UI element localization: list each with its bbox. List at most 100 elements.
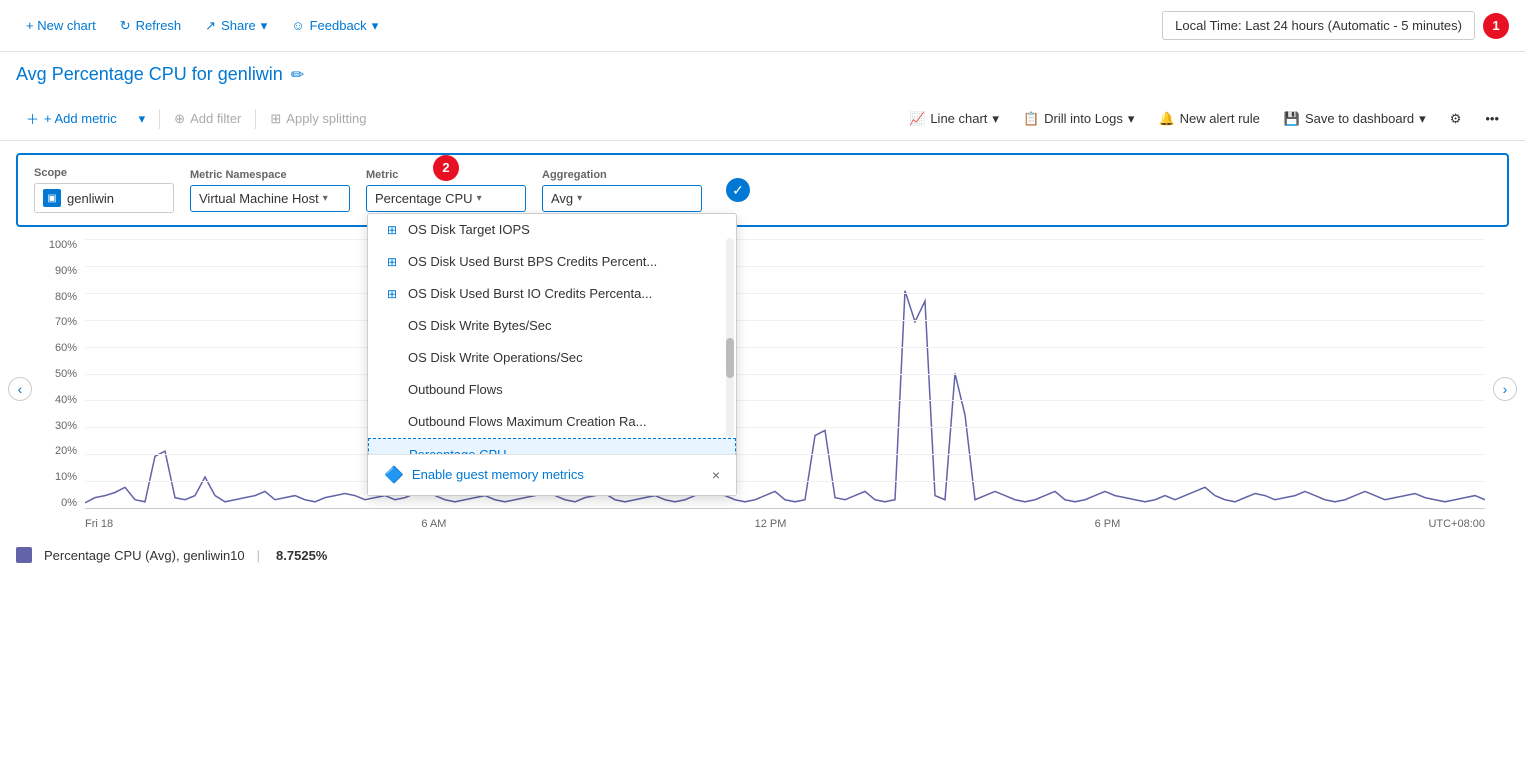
drill-logs-button[interactable]: 📋 Drill into Logs ▾	[1013, 106, 1144, 132]
grid-line-50	[85, 374, 1485, 375]
enable-guest-label[interactable]: Enable guest memory metrics	[412, 467, 584, 482]
y-label-20: 20%	[55, 445, 77, 457]
grid-line-100	[85, 239, 1485, 240]
x-label-12pm: 12 PM	[755, 518, 787, 530]
metric-grid-icon-2: ⊞	[384, 254, 400, 270]
grid-line-80	[85, 293, 1485, 294]
grid-line-60	[85, 347, 1485, 348]
legend-label: Percentage CPU (Avg), genliwin10	[44, 548, 245, 563]
share-button[interactable]: ↗ Share ▾	[195, 12, 277, 40]
metric-grid-icon-3: ⊞	[384, 286, 400, 302]
legend-color-swatch	[16, 547, 32, 563]
metric-dropdown: ⊞ OS Disk Target IOPS ⊞ OS Disk Used Bur…	[367, 213, 737, 496]
top-bar-left: + New chart ↻ Refresh ↗ Share ▾ ☺ Feedba…	[16, 12, 388, 40]
action-bar-left: ＋ + Add metric ▾ ⊕ Add filter ⊞ Apply sp…	[16, 104, 377, 133]
blank-icon-4	[384, 414, 400, 430]
namespace-chevron-icon: ▾	[323, 193, 328, 204]
metric-dropdown-list: ⊞ OS Disk Target IOPS ⊞ OS Disk Used Bur…	[368, 214, 736, 454]
confirm-button[interactable]: ✓	[726, 178, 750, 202]
scope-field: Scope ▣ genliwin	[34, 167, 174, 213]
save-dashboard-button[interactable]: 💾 Save to dashboard ▾	[1274, 106, 1436, 132]
y-label-80: 80%	[55, 291, 77, 303]
chart-canvas	[85, 239, 1485, 509]
scrollbar-thumb[interactable]	[726, 338, 734, 378]
time-selector-button[interactable]: Local Time: Last 24 hours (Automatic - 5…	[1162, 11, 1475, 40]
add-metric-button[interactable]: ＋ + Add metric	[16, 104, 127, 133]
dropdown-item-outbound-flows-max[interactable]: Outbound Flows Maximum Creation Ra...	[368, 406, 736, 438]
legend-separator: |	[257, 548, 260, 563]
guest-metrics-icon: 🔷	[384, 465, 404, 485]
page-title: Avg Percentage CPU for genliwin	[16, 64, 283, 85]
y-label-90: 90%	[55, 265, 77, 277]
namespace-label: Metric Namespace	[190, 169, 350, 181]
chart-nav-right-button[interactable]: ›	[1493, 377, 1517, 401]
y-label-100: 100%	[49, 239, 77, 251]
line-chart-button[interactable]: 📈 Line chart ▾	[899, 106, 1009, 132]
action-bar-right: 📈 Line chart ▾ 📋 Drill into Logs ▾ 🔔 New…	[899, 106, 1509, 132]
dropdown-chevron-icon: ▾	[139, 111, 146, 127]
chart-container: ‹ 100% 90% 80% 70% 60% 50% 40% 30% 20% 1…	[24, 239, 1501, 539]
grid-line-10	[85, 481, 1485, 482]
metric-field: 2 Metric Percentage CPU ▾ ⊞ OS Disk Targ…	[366, 169, 526, 212]
page-title-bar: Avg Percentage CPU for genliwin ✏	[0, 52, 1525, 97]
y-label-50: 50%	[55, 368, 77, 380]
metric-select[interactable]: Percentage CPU ▾ ⊞ OS Disk Target IOPS ⊞…	[366, 185, 526, 212]
namespace-select[interactable]: Virtual Machine Host ▾	[190, 185, 350, 212]
feedback-icon: ☺	[291, 18, 304, 33]
dropdown-item-percentage-cpu[interactable]: Percentage CPU	[368, 438, 736, 454]
top-bar-right: Local Time: Last 24 hours (Automatic - 5…	[1162, 11, 1509, 40]
aggregation-chevron-icon: ▾	[577, 193, 582, 204]
notification-badge[interactable]: 1	[1483, 13, 1509, 39]
scrollbar-track	[726, 238, 734, 438]
aggregation-field: Aggregation Avg ▾	[542, 169, 702, 212]
x-label-6am: 6 AM	[421, 518, 446, 530]
edit-pencil-icon[interactable]: ✏	[291, 65, 304, 85]
namespace-field: Metric Namespace Virtual Machine Host ▾	[190, 169, 350, 212]
x-label-utc: UTC+08:00	[1428, 518, 1485, 530]
share-icon: ↗	[205, 18, 216, 34]
blank-icon-3	[384, 382, 400, 398]
aggregation-select[interactable]: Avg ▾	[542, 185, 702, 212]
grid-line-40	[85, 400, 1485, 401]
add-filter-button[interactable]: ⊕ Add filter	[164, 106, 251, 132]
save-chevron-icon: ▾	[1419, 111, 1426, 127]
refresh-button[interactable]: ↻ Refresh	[110, 12, 191, 40]
gear-icon: ⚙	[1450, 111, 1462, 127]
dropdown-item-os-disk-burst-io[interactable]: ⊞ OS Disk Used Burst IO Credits Percenta…	[368, 278, 736, 310]
line-chart-icon: 📈	[909, 111, 925, 127]
dropdown-item-os-disk-write-bytes[interactable]: OS Disk Write Bytes/Sec	[368, 310, 736, 342]
apply-splitting-button[interactable]: ⊞ Apply splitting	[260, 106, 376, 132]
action-bar: ＋ + Add metric ▾ ⊕ Add filter ⊞ Apply sp…	[0, 97, 1525, 141]
enable-guest-close-button[interactable]: ×	[712, 467, 720, 483]
grid-line-20	[85, 454, 1485, 455]
feedback-button[interactable]: ☺ Feedback ▾	[281, 12, 388, 40]
settings-button[interactable]: ⚙	[1440, 106, 1472, 132]
dropdown-item-outbound-flows[interactable]: Outbound Flows	[368, 374, 736, 406]
grid-line-70	[85, 320, 1485, 321]
y-label-30: 30%	[55, 420, 77, 432]
dropdown-item-os-disk-write-ops[interactable]: OS Disk Write Operations/Sec	[368, 342, 736, 374]
refresh-icon: ↻	[120, 18, 131, 34]
split-icon: ⊞	[270, 111, 281, 127]
top-bar: + New chart ↻ Refresh ↗ Share ▾ ☺ Feedba…	[0, 0, 1525, 52]
step-badge-2: 2	[433, 155, 459, 181]
legend-value: 8.7525%	[276, 548, 327, 563]
drill-logs-icon: 📋	[1023, 111, 1039, 127]
new-alert-rule-button[interactable]: 🔔 New alert rule	[1148, 106, 1269, 132]
metric-dropdown-button[interactable]: ▾	[129, 106, 156, 132]
y-axis: 100% 90% 80% 70% 60% 50% 40% 30% 20% 10%…	[40, 239, 85, 509]
feedback-chevron-icon: ▾	[372, 18, 379, 34]
grid-line-90	[85, 266, 1485, 267]
chart-nav-left-button[interactable]: ‹	[8, 377, 32, 401]
share-chevron-icon: ▾	[261, 18, 268, 34]
new-chart-button[interactable]: + New chart	[16, 12, 106, 39]
chart-area: 100% 90% 80% 70% 60% 50% 40% 30% 20% 10%…	[40, 239, 1485, 539]
more-button[interactable]: •••	[1475, 106, 1509, 131]
save-icon: 💾	[1284, 111, 1300, 127]
metric-grid-icon: ⊞	[384, 222, 400, 238]
dropdown-item-os-disk-burst-bps[interactable]: ⊞ OS Disk Used Burst BPS Credits Percent…	[368, 246, 736, 278]
scope-value-box: ▣ genliwin	[34, 183, 174, 213]
dropdown-item-os-disk-target-iops[interactable]: ⊞ OS Disk Target IOPS	[368, 214, 736, 246]
y-label-0: 0%	[61, 497, 77, 509]
aggregation-label: Aggregation	[542, 169, 702, 181]
